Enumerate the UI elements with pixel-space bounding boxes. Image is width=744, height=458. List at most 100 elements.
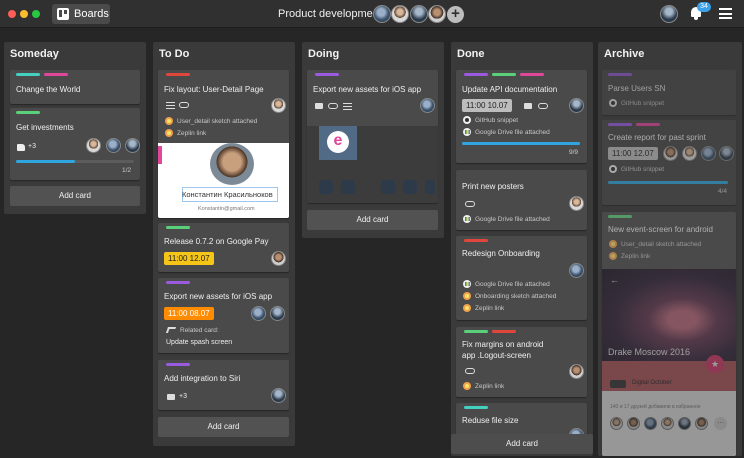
member-avatar[interactable] [373,5,391,23]
card-get-investments[interactable]: Get investments +3 1/2 [10,108,140,180]
list-someday: Someday Change the World Get investments… [4,42,146,214]
attendee-avatar [661,417,674,430]
due-date-badge[interactable]: 11:00 08.07 [164,307,214,320]
progress-count: 4/4 [718,188,728,195]
sketch-icon [463,292,471,300]
card-label [315,73,339,76]
card-member-avatar[interactable] [663,146,678,161]
card-export-assets-ios-doing[interactable]: Export new assets for iOS app e [307,70,438,203]
card-new-event-screen[interactable]: New event-screen for android User_detail… [602,212,736,456]
card-member-avatar[interactable] [569,98,584,113]
card-redesign-onboarding[interactable]: Redesign Onboarding Google Drive file at… [456,236,587,320]
attachment-link-icon [538,103,548,109]
progress-count: 1/2 [122,167,132,174]
boards-button[interactable]: Boards [52,4,110,24]
card-print-new-posters[interactable]: Print new posters Google Drive file atta… [456,170,587,230]
back-arrow-icon[interactable]: ← [610,275,619,285]
attendee-avatar [644,417,657,430]
card-member-avatar[interactable] [569,364,584,379]
card-title: Release 0.7.2 on Google Pay [164,237,269,246]
due-date-badge[interactable]: 11:00 10.07 [462,99,512,112]
card-add-integration-siri[interactable]: Add integration to Siri +3 [158,360,289,410]
card-title: Change the World [16,85,81,94]
card-label [44,73,68,76]
progress-fill [16,160,75,163]
card-member-avatar[interactable] [271,251,286,266]
attachment-text: Google Drive file attached [475,129,550,136]
add-card-button[interactable]: Add card [307,210,438,230]
card-title: Create report for past sprint [608,133,706,142]
likes-count: +3 [28,143,36,150]
attachment-text: Onboarding sketch attached [475,293,557,300]
attachment-link-icon [465,201,475,207]
due-date-badge[interactable]: 11:00 12.07 [608,147,658,160]
card-export-assets-ios[interactable]: Export new assets for iOS app 11:00 08.0… [158,278,289,353]
card-title: Parse Users SN [608,84,666,93]
member-avatar[interactable] [428,5,446,23]
board-title[interactable]: Product development [278,8,382,20]
card-member-avatar[interactable] [271,98,286,113]
card-member-avatar[interactable] [701,146,716,161]
venue-logo [610,380,626,388]
card-label [464,330,488,333]
related-card-title[interactable]: Update spash screen [166,339,232,346]
thumbs-up-icon [17,144,25,151]
add-member-button[interactable]: + [447,6,464,23]
card-label [636,123,660,126]
card-member-avatar[interactable] [569,196,584,211]
boards-icon [57,8,69,20]
card-member-avatar[interactable] [251,306,266,321]
card-member-avatar[interactable] [86,138,101,153]
add-card-button[interactable]: Add card [158,417,289,437]
sketch-icon [165,117,173,125]
card-title: Export new assets for iOS app [164,292,273,301]
attachment-text: Google Drive file attached [475,216,550,223]
favorite-fab-icon[interactable]: ★ [706,355,724,373]
card-member-avatar[interactable] [719,146,734,161]
progress-fill [608,181,728,184]
card-release-072[interactable]: Release 0.7.2 on Google Pay 11:00 12.07 [158,223,289,272]
member-avatar[interactable] [391,5,409,23]
list-title: Done [457,48,485,60]
list-title: Archive [604,48,645,60]
card-label [464,239,488,242]
add-card-button[interactable]: Add card [10,186,140,206]
cover-caption: 140 и 17 друзей добавили в избранное [610,404,701,410]
card-create-report[interactable]: Create report for past sprint 11:00 12.0… [602,120,736,205]
card-member-avatar[interactable] [271,388,286,403]
hamburger-menu-icon[interactable] [719,8,732,19]
card-member-avatar[interactable] [106,138,121,153]
card-update-api-docs[interactable]: Update API documentation 11:00 10.07 Git… [456,70,587,163]
window-close-dot[interactable] [8,10,16,18]
card-member-avatar[interactable] [125,138,140,153]
window-minimize-dot[interactable] [20,10,28,18]
card-title: Fix margins on android app .Logout-scree… [462,340,544,360]
profile-avatar[interactable] [660,5,678,23]
card-title: Add integration to Siri [164,374,241,383]
card-label [492,73,516,76]
google-drive-icon [463,280,471,288]
card-change-the-world[interactable]: Change the World [10,70,140,104]
attachment-text: Zeplin link [177,130,207,137]
list-title: Someday [10,48,59,60]
progress-count: 9/9 [569,149,579,156]
card-parse-users-sn[interactable]: Parse Users SN GitHub snippet [602,70,736,115]
card-fix-margins-android[interactable]: Fix margins on android app .Logout-scree… [456,327,587,397]
card-member-avatar[interactable] [420,98,435,113]
window-zoom-dot[interactable] [32,10,40,18]
add-card-button[interactable]: Add card [451,434,593,454]
card-fix-layout-user-detail[interactable]: Fix layout: User-Detail Page User_detail… [158,70,289,218]
attendee-avatar [678,417,691,430]
card-member-avatar[interactable] [569,263,584,278]
card-cover-image: ← Drake Moscow 2016 ★ Digital October 14… [602,269,736,456]
attendee-avatar [695,417,708,430]
card-member-avatar[interactable] [682,146,697,161]
card-member-avatar[interactable] [270,306,285,321]
cover-event-title: Drake Moscow 2016 [608,347,691,357]
attendee-avatar [627,417,640,430]
due-date-badge[interactable]: 11:00 12.07 [164,252,214,265]
member-avatar[interactable] [410,5,428,23]
card-title: New event-screen for android [608,225,713,234]
zeplin-icon [463,304,471,312]
card-label [608,73,632,76]
